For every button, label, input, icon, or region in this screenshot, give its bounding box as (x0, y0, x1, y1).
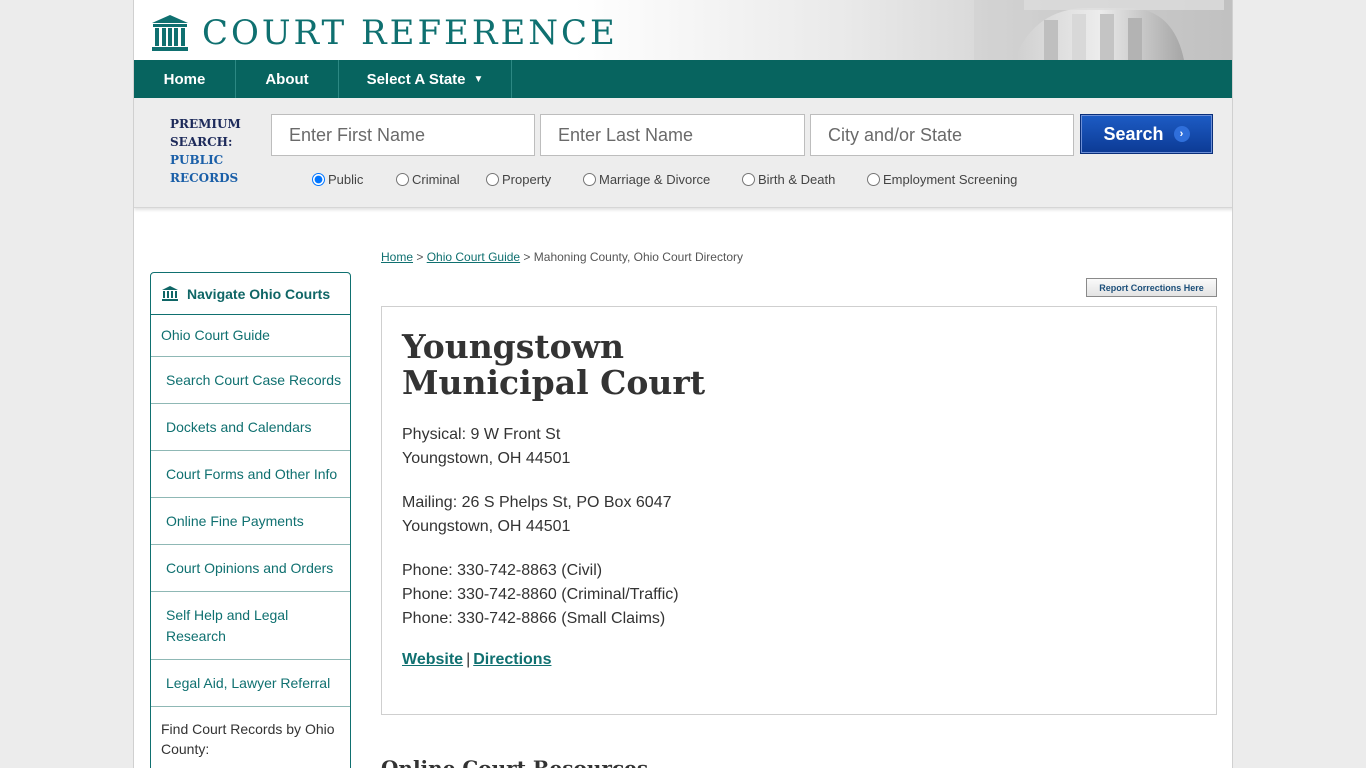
mailing-address: Mailing: 26 S Phelps St, PO Box 6047 You… (402, 491, 671, 539)
nav-select-state[interactable]: Select A State ▼ (339, 60, 512, 98)
premium-label-line2: SEARCH: (170, 135, 233, 149)
radio-employment-screening-label: Employment Screening (883, 172, 1018, 187)
columns-graphic (974, 0, 1232, 60)
radio-birth-death[interactable]: Birth & Death (742, 172, 867, 187)
sidebar-heading-label: Navigate Ohio Courts (187, 285, 331, 302)
find-by-county-label: Find Court Records by Ohio County: (161, 721, 335, 757)
nav-select-state-label: Select A State (366, 70, 466, 88)
last-name-input[interactable] (540, 114, 805, 156)
radio-public-input[interactable] (312, 173, 325, 186)
main-nav: Home About Select A State ▼ (134, 60, 1232, 98)
breadcrumb-separator: > (520, 250, 534, 264)
physical-address-line2: Youngstown, OH 44501 (402, 450, 571, 467)
mailing-address-line1: Mailing: 26 S Phelps St, PO Box 6047 (402, 494, 672, 511)
phone-numbers: Phone: 330-742-8863 (Civil) Phone: 330-7… (402, 559, 679, 631)
breadcrumb-separator: > (413, 250, 427, 264)
record-type-radios: Public Criminal Property Marriage & Divo… (312, 172, 1037, 187)
physical-address: Physical: 9 W Front St Youngstown, OH 44… (402, 423, 570, 471)
radio-public[interactable]: Public (312, 172, 396, 187)
sidebar-item-dockets[interactable]: Dockets and Calendars (151, 404, 350, 451)
radio-criminal-input[interactable] (396, 173, 409, 186)
chevron-right-icon: › (1173, 126, 1190, 142)
radio-criminal[interactable]: Criminal (396, 172, 486, 187)
sidebar-item-court-guide[interactable]: Ohio Court Guide (151, 315, 350, 357)
first-name-input[interactable] (271, 114, 535, 156)
radio-property[interactable]: Property (486, 172, 583, 187)
radio-marriage-divorce-label: Marriage & Divorce (599, 172, 711, 187)
court-title: Youngstown Municipal Court (402, 327, 706, 402)
courthouse-icon (162, 286, 178, 301)
phone-small-claims: Phone: 330-742-8866 (Small Claims) (402, 610, 666, 627)
radio-employment-screening[interactable]: Employment Screening (867, 172, 1037, 187)
phone-civil: Phone: 330-742-8863 (Civil) (402, 562, 603, 579)
breadcrumb-current: Mahoning County, Ohio Court Directory (533, 250, 743, 264)
premium-search-bar: PREMIUM SEARCH: PUBLIC RECORDS Search › … (134, 98, 1232, 208)
court-card: Youngstown Municipal Court Physical: 9 W… (381, 306, 1217, 715)
search-button-label: Search (1103, 123, 1164, 144)
website-link[interactable]: Website (402, 651, 463, 668)
sidebar-item-forms[interactable]: Court Forms and Other Info (151, 451, 350, 498)
search-button[interactable]: Search › (1080, 114, 1213, 154)
sidebar-item-search-records[interactable]: Search Court Case Records (151, 357, 350, 404)
radio-birth-death-input[interactable] (742, 173, 755, 186)
directions-link[interactable]: Directions (473, 651, 551, 668)
mailing-address-line2: Youngstown, OH 44501 (402, 518, 571, 535)
premium-label-line3: PUBLIC (170, 153, 224, 167)
premium-search-label: PREMIUM SEARCH: PUBLIC RECORDS (170, 115, 241, 187)
courthouse-logo-icon (152, 15, 188, 51)
link-separator: | (466, 651, 471, 668)
radio-birth-death-label: Birth & Death (758, 172, 836, 187)
nav-about[interactable]: About (236, 60, 339, 98)
site-header: COURT REFERENCE (134, 0, 1232, 60)
breadcrumb-home[interactable]: Home (381, 250, 413, 264)
phone-criminal-traffic: Phone: 330-742-8860 (Criminal/Traffic) (402, 586, 679, 603)
report-corrections-button[interactable]: Report Corrections Here (1086, 278, 1217, 297)
breadcrumb-guide[interactable]: Ohio Court Guide (427, 250, 520, 264)
radio-employment-screening-input[interactable] (867, 173, 880, 186)
premium-label-line1: PREMIUM (170, 117, 241, 131)
radio-marriage-divorce[interactable]: Marriage & Divorce (583, 172, 742, 187)
radio-public-label: Public (328, 172, 364, 187)
nav-home[interactable]: Home (134, 60, 236, 98)
physical-address-line1: Physical: 9 W Front St (402, 426, 561, 443)
navigate-courts-sidebar: Navigate Ohio Courts Ohio Court Guide Se… (150, 272, 351, 768)
logo-text: COURT REFERENCE (202, 13, 618, 53)
caret-down-icon: ▼ (473, 73, 484, 85)
breadcrumb: Home > Ohio Court Guide > Mahoning Count… (381, 250, 743, 264)
radio-marriage-divorce-input[interactable] (583, 173, 596, 186)
sidebar-heading: Navigate Ohio Courts (151, 273, 350, 315)
court-links: Website | Directions (402, 651, 551, 669)
city-state-input[interactable] (810, 114, 1074, 156)
page-container: COURT REFERENCE Home About Select A Stat… (133, 0, 1233, 768)
radio-property-input[interactable] (486, 173, 499, 186)
radio-property-label: Property (502, 172, 552, 187)
sidebar-item-legal-aid[interactable]: Legal Aid, Lawyer Referral (151, 660, 350, 707)
sidebar-item-fine-payments[interactable]: Online Fine Payments (151, 498, 350, 545)
premium-label-line4: RECORDS (170, 171, 239, 185)
sidebar-item-self-help[interactable]: Self Help and Legal Research (151, 592, 350, 660)
site-logo[interactable]: COURT REFERENCE (150, 14, 618, 52)
sidebar-item-opinions[interactable]: Court Opinions and Orders (151, 545, 350, 592)
radio-criminal-label: Criminal (412, 172, 460, 187)
online-resources-heading: Online Court Resources (381, 756, 649, 768)
